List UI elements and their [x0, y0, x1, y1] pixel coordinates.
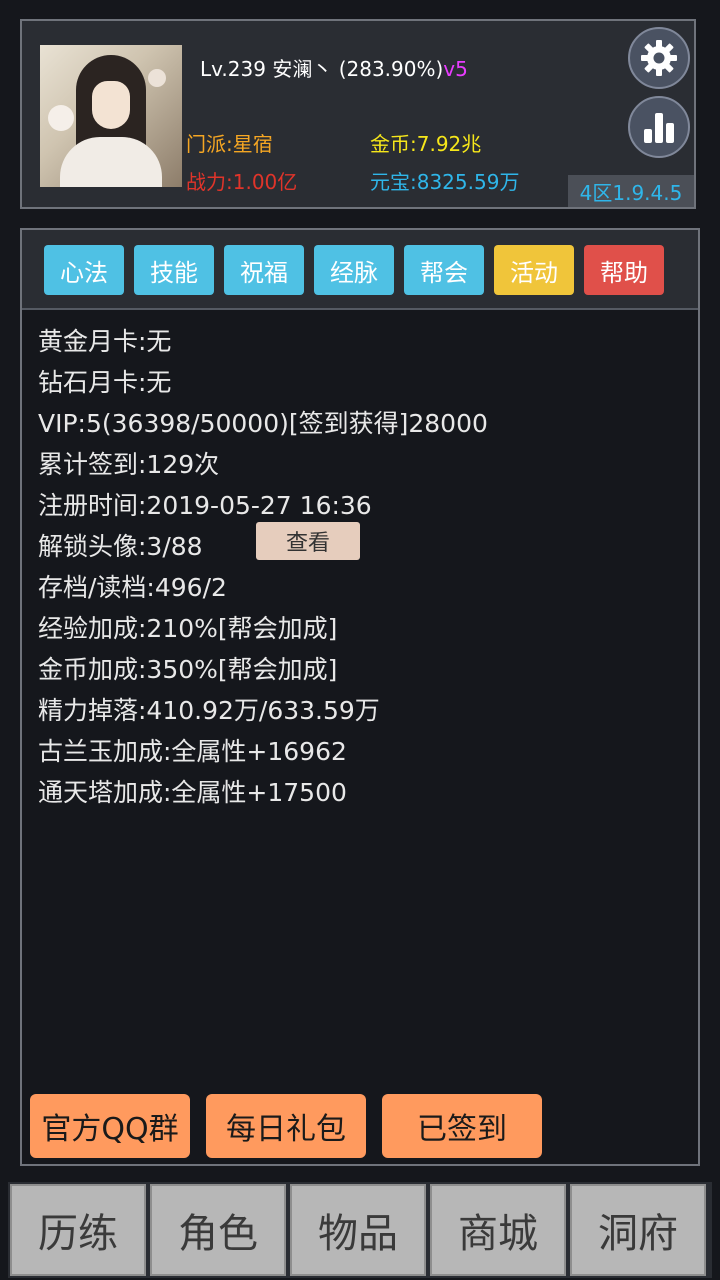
sect-label: 门派:星宿	[186, 132, 273, 156]
save-load-count: 存档/读档:496/2	[38, 573, 227, 602]
player-name: 安澜丶	[272, 57, 333, 81]
qq-group-button[interactable]: 官方QQ群	[30, 1094, 190, 1158]
tab-meridians[interactable]: 经脉	[314, 245, 394, 295]
nav-items[interactable]: 物品	[290, 1184, 426, 1276]
diamond-monthly-card: 钻石月卡:无	[38, 368, 172, 397]
player-title-line: Lv.239 安澜丶 (283.90%)v5	[200, 53, 468, 82]
vip-progress: VIP:5(36398/50000)[签到获得]28000	[38, 409, 488, 438]
combat-power-label: 战力:1.00亿	[186, 170, 298, 194]
server-version-badge: 4区1.9.4.5	[568, 175, 694, 207]
tab-help[interactable]: 帮助	[584, 245, 664, 295]
daily-gift-button[interactable]: 每日礼包	[206, 1094, 366, 1158]
stats-button[interactable]	[628, 96, 690, 158]
energy-drop: 精力掉落:410.92万/633.59万	[38, 696, 380, 725]
settings-button[interactable]	[628, 27, 690, 89]
main-panel: 心法 技能 祝福 经脉 帮会 活动 帮助 黄金月卡:无 钻石月卡:无 VIP:5…	[20, 228, 700, 1166]
unlocked-avatars: 解锁头像:3/88	[38, 532, 203, 561]
gold-monthly-card: 黄金月卡:无	[38, 327, 172, 356]
tongtian-tower-bonus: 通天塔加成:全属性+17500	[38, 778, 347, 807]
nav-cave[interactable]: 洞府	[570, 1184, 706, 1276]
bar-chart-icon	[644, 113, 674, 143]
exp-percent: (283.90%)	[338, 57, 444, 81]
total-checkins: 累计签到:129次	[38, 450, 220, 479]
tab-skills[interactable]: 技能	[134, 245, 214, 295]
bottom-nav: 历练 角色 物品 商城 洞府	[8, 1182, 712, 1278]
gulan-jade-bonus: 古兰玉加成:全属性+16962	[38, 737, 347, 766]
nav-shop[interactable]: 商城	[430, 1184, 566, 1276]
avatar-decoration	[48, 105, 74, 131]
tab-events[interactable]: 活动	[494, 245, 574, 295]
avatar-robe	[60, 137, 162, 187]
register-time: 注册时间:2019-05-27 16:36	[38, 491, 372, 520]
tab-bar: 心法 技能 祝福 经脉 帮会 活动 帮助	[22, 230, 698, 310]
view-avatars-button[interactable]: 查看	[256, 522, 360, 560]
exp-bonus: 经验加成:210%[帮会加成]	[38, 614, 338, 643]
player-avatar[interactable]	[40, 45, 182, 187]
vip-tag: v5	[443, 57, 468, 81]
gold-bonus: 金币加成:350%[帮会加成]	[38, 655, 338, 684]
nav-character[interactable]: 角色	[150, 1184, 286, 1276]
player-level: Lv.239	[200, 57, 266, 81]
player-header: Lv.239 安澜丶 (283.90%)v5 门派:星宿 战力:1.00亿 金币…	[20, 19, 696, 209]
avatar-face	[92, 81, 130, 129]
nav-training[interactable]: 历练	[10, 1184, 146, 1276]
tab-mental-method[interactable]: 心法	[44, 245, 124, 295]
tab-blessing[interactable]: 祝福	[224, 245, 304, 295]
tab-guild[interactable]: 帮会	[404, 245, 484, 295]
gold-label: 金币:7.92兆	[370, 132, 482, 156]
gear-icon	[641, 40, 677, 76]
checked-in-button[interactable]: 已签到	[382, 1094, 542, 1158]
ingot-label: 元宝:8325.59万	[370, 170, 520, 194]
